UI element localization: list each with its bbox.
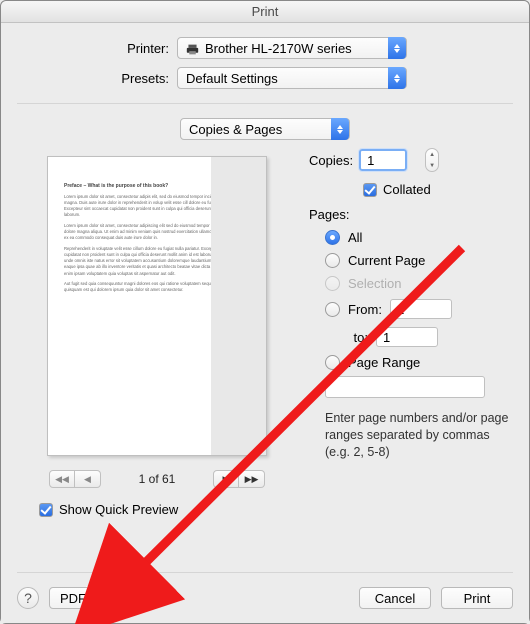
pages-selection-radio [325,276,340,291]
pager-back-group: ◀◀ ◀ [49,470,101,488]
pages-range-input[interactable] [325,376,485,398]
pages-to-label: to: [348,330,368,345]
collated-label: Collated [383,182,431,197]
pager-label: 1 of 61 [121,472,193,486]
dropdown-arrows-icon [388,37,406,59]
presets-label: Presets: [17,71,177,86]
dropdown-arrows-icon [388,67,406,89]
pages-label: Pages: [309,207,513,222]
copies-label: Copies: [309,153,353,168]
pages-from-radio[interactable] [325,302,340,317]
pages-all-radio[interactable] [325,230,340,245]
window-title: Print [1,1,529,23]
print-button[interactable]: Print [441,587,513,609]
printer-icon [186,43,199,56]
pdf-dropdown[interactable]: PDF [49,587,117,609]
help-icon: ? [24,590,32,606]
pages-current-radio[interactable] [325,253,340,268]
pages-from-label: From: [348,302,382,317]
help-button[interactable]: ? [17,587,39,609]
pages-range-label: Page Range [348,355,420,370]
copies-input[interactable] [359,149,407,171]
pager-last-button[interactable]: ▶▶ [239,470,265,488]
presets-value: Default Settings [186,71,278,86]
pages-current-label: Current Page [348,253,425,268]
dropdown-arrows-icon [331,118,349,140]
pages-from-input[interactable] [390,299,452,319]
printer-value: Brother HL-2170W series [205,41,352,56]
pages-selection-label: Selection [348,276,401,291]
pager-next-button[interactable]: ▶ [213,470,239,488]
options-column: Copies: ▲▼ Collated Pages: All Current P [297,148,513,560]
copies-stepper[interactable]: ▲▼ [425,148,439,172]
pages-all-label: All [348,230,362,245]
pager-prev-button[interactable]: ◀ [75,470,101,488]
preview-column: Preface – What is the purpose of this bo… [17,148,297,560]
collated-checkbox[interactable] [363,183,377,197]
presets-dropdown[interactable]: Default Settings [177,67,407,89]
dialog-footer: ? PDF Cancel Print [17,572,513,609]
printer-label: Printer: [17,41,177,56]
pager-first-button[interactable]: ◀◀ [49,470,75,488]
dropdown-arrow-icon [86,591,104,606]
show-preview-checkbox[interactable] [39,503,53,517]
separator [17,103,513,104]
pages-to-input[interactable] [376,327,438,347]
pdf-label: PDF [60,591,86,606]
dialog-content: Printer: Brother HL-2170W series Presets… [1,23,529,623]
section-dropdown[interactable]: Copies & Pages [180,118,350,140]
show-preview-label: Show Quick Preview [59,502,178,517]
pager-forward-group: ▶ ▶▶ [213,470,265,488]
page-preview: Preface – What is the purpose of this bo… [47,156,267,456]
print-dialog: Print Printer: Brother HL-2170W series P… [0,0,530,624]
pages-help-text: Enter page numbers and/or page ranges se… [325,410,513,461]
cancel-button[interactable]: Cancel [359,587,431,609]
printer-dropdown[interactable]: Brother HL-2170W series [177,37,407,59]
section-value: Copies & Pages [189,122,282,137]
pages-range-radio[interactable] [325,355,340,370]
